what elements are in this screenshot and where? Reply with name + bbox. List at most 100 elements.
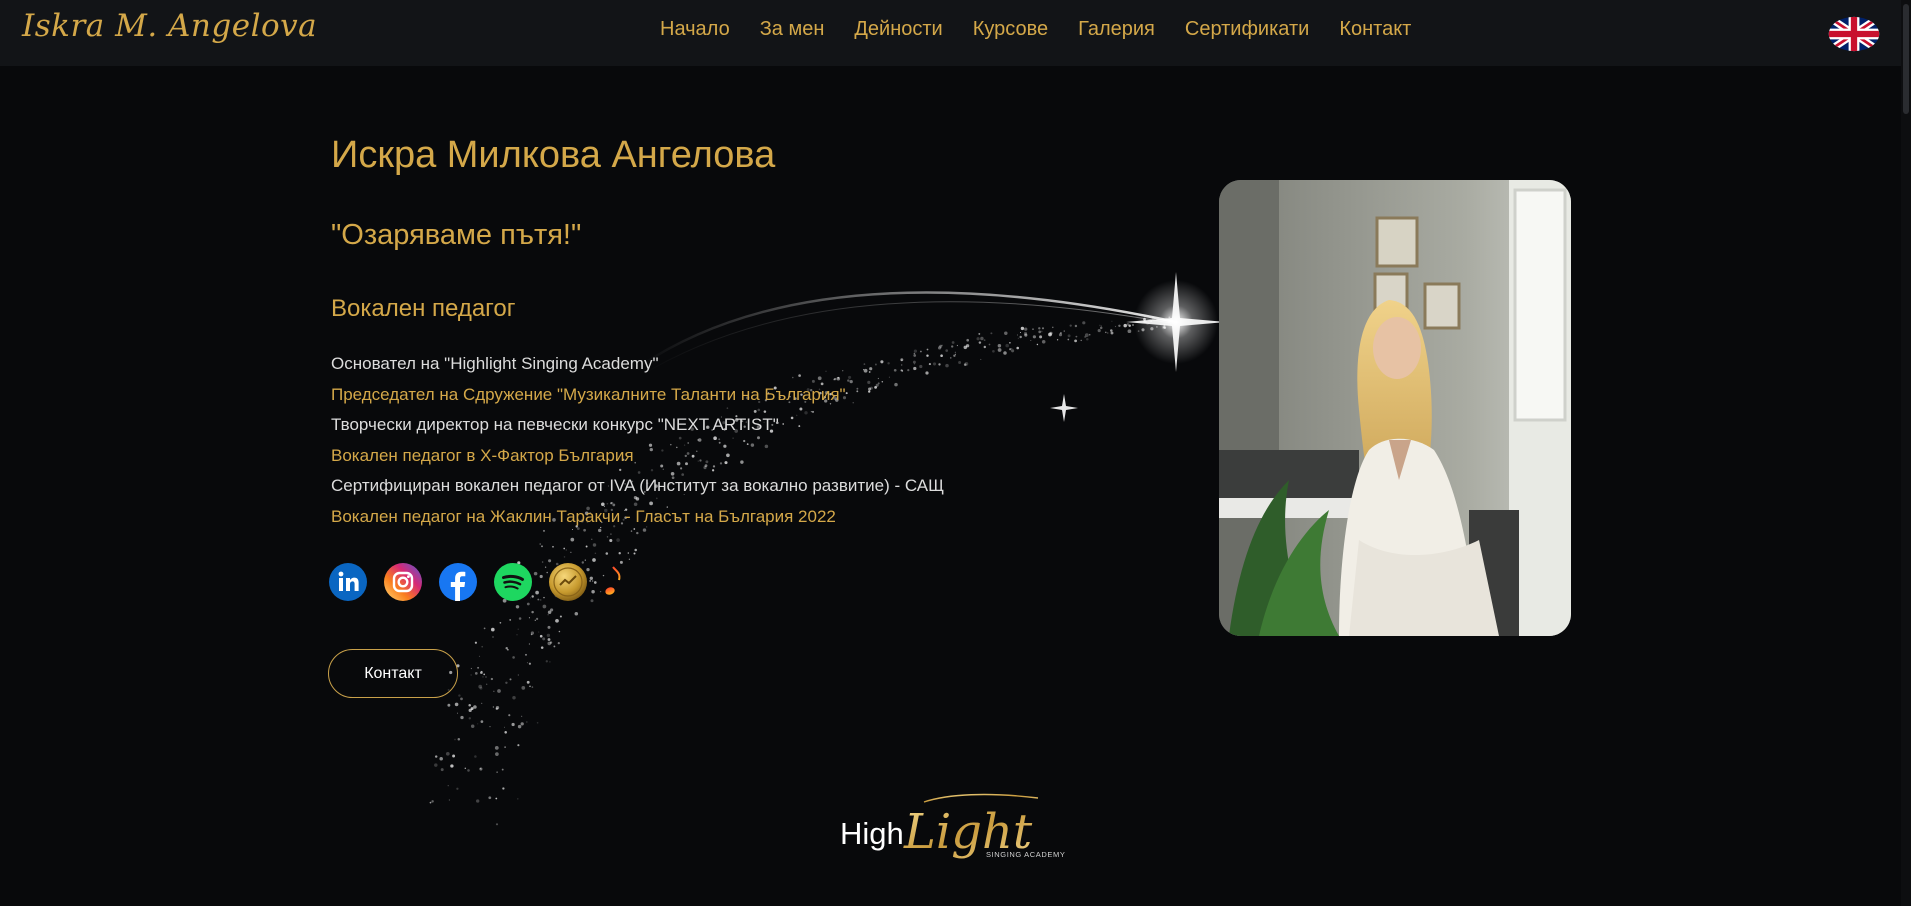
sparkle-dot [460,697,463,701]
sparkle-dot [481,702,483,705]
sparkle-dot [483,673,486,676]
sparkle-dot [605,552,609,555]
nav-item-activities[interactable]: Дейности [854,18,942,41]
sparkle-dot [1019,331,1022,334]
sparkle-dot [953,354,956,357]
sparkle-dot [536,722,539,724]
sparkle-dot [1049,331,1053,335]
sparkle-dot [1032,328,1034,330]
sparkle-dot [627,552,630,554]
credential-item[interactable]: Председател на Сдружение "Музикалните Та… [331,380,944,411]
sparkle-dot [488,796,492,800]
gold-badge-icon[interactable] [549,563,587,601]
sparkle-dot [990,332,993,335]
sparkle-dot [997,348,1002,352]
sparkle-dot [1106,332,1109,334]
facebook-icon[interactable] [439,563,477,601]
music-note-icon[interactable] [604,563,624,601]
instagram-icon[interactable] [384,563,422,601]
sparkle-dot [452,754,456,758]
sparkle-dot [470,674,472,676]
social-links [329,563,624,601]
sparkle-dot [499,621,502,624]
sparkle-dot [431,800,434,803]
sparkle-dot [1056,339,1059,341]
nav-item-contact[interactable]: Контакт [1339,18,1411,41]
sparkle-dot [434,763,438,767]
sparkle-dot [983,339,986,341]
sparkle-dot [1011,348,1013,350]
sparkle-dot [512,695,516,700]
nav-item-courses[interactable]: Курсове [973,18,1048,41]
sparkle-dot [565,549,567,551]
sparkle-dot [606,536,609,538]
sparkle-dot [478,684,483,689]
sparkle-dot [454,738,456,741]
site-logo[interactable]: Iskra M. Angelova [22,8,317,44]
sparkle-dot [963,363,967,366]
sparkle-dot [1024,333,1028,337]
sparkle-dot [490,677,494,681]
sparkle-dot [1039,335,1043,339]
nav-item-gallery[interactable]: Галерия [1078,18,1155,41]
sparkle-dot [1067,334,1071,338]
sparkle-dot [477,723,479,725]
sparkle-dot [634,548,637,552]
sparkle-dot [1063,330,1065,332]
credential-item[interactable]: Вокален педагог на Жаклин Таракчи - Глас… [331,502,944,533]
sparkle-dot [484,675,488,679]
sparkle-dot [505,646,508,650]
sparkle-dot [1110,331,1114,335]
sparkle-dot [1032,335,1036,339]
sparkle-dot [992,349,995,353]
academy-logo[interactable]: High Light SINGING ACADEMY [838,790,1080,874]
sparkle-dot [489,726,491,728]
sparkle-dot [555,618,559,623]
sparkle-dot [956,344,958,347]
nav-item-about[interactable]: За мен [760,18,825,41]
sparkle-dot [1036,343,1039,346]
sparkle-dot [964,362,969,366]
sparkle-dot [448,799,450,801]
contact-button[interactable]: Контакт [328,649,458,698]
sparkle-dot [490,627,495,632]
sparkle-dot [517,674,519,676]
nav-item-home[interactable]: Начало [660,18,730,41]
sparkle-dot [502,787,505,790]
sparkle-dot [528,617,530,619]
credentials-list: Основател на "Highlight Singing Academy"… [331,349,944,532]
sparkle-dot [1118,324,1121,327]
sparkle-dot [1128,324,1131,328]
page-scrollbar[interactable] [1901,0,1911,906]
sparkle-dot [470,724,475,729]
sparkle-dot [547,638,551,641]
sparkle-dot [1132,324,1134,326]
sparkle-dot [1105,331,1107,334]
sparkle-dot [515,605,520,609]
sparkle-dot [1020,326,1025,331]
sparkle-dot [458,694,461,697]
sparkle-dot [468,703,471,707]
sparkle-dot [483,627,486,630]
sparkle-dot [516,634,518,636]
language-switch-button[interactable] [1827,15,1881,53]
credential-item[interactable]: Вокален педагог в X-Фактор България [331,441,944,472]
sparkle-dot [460,715,464,720]
linkedin-icon[interactable] [329,563,367,601]
sparkle-dot [509,618,512,621]
scrollbar-thumb[interactable] [1903,4,1909,114]
sparkle-dot [481,670,483,673]
spotify-icon[interactable] [494,563,532,601]
sparkle-dot [456,712,459,714]
sparkle-dot [628,558,631,560]
sparkle-dot [512,656,515,659]
sparkle-dot [1167,320,1171,324]
sparkle-dot [1126,323,1130,326]
sparkle-dot [546,633,551,638]
role-heading: Вокален педагог [331,295,516,322]
sparkle-dot [550,608,554,612]
sparkle-dot [526,662,528,664]
sparkle-dot [495,823,499,826]
nav-item-certificates[interactable]: Сертификати [1185,18,1309,41]
sparkle-dot [520,722,524,726]
